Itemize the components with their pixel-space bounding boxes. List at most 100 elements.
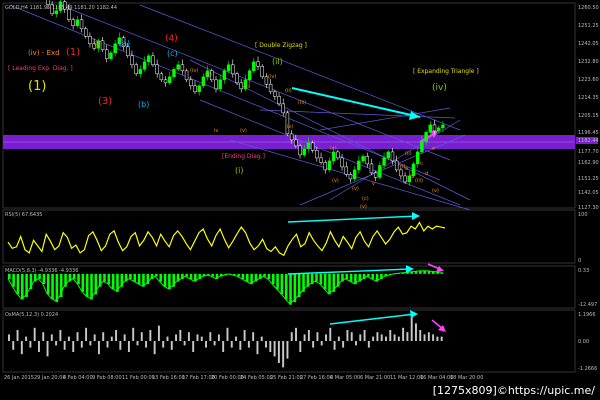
candle-body — [403, 175, 407, 183]
macd-bar — [81, 273, 85, 292]
candle-body — [298, 145, 302, 156]
price-tick: 1260.50 — [578, 5, 599, 11]
candle-body — [201, 76, 206, 87]
macd-bar — [42, 273, 46, 285]
osma-bar — [436, 336, 439, 341]
osma-bar — [162, 341, 165, 348]
candle-body — [281, 103, 285, 114]
osma-bar — [136, 341, 139, 346]
osma-bar — [350, 332, 353, 341]
candle-body — [79, 19, 84, 30]
osma-bar — [89, 341, 92, 346]
time-tick: 6 Mar 21:00 — [360, 375, 390, 381]
macd-bar — [103, 273, 106, 282]
osma-bar — [46, 341, 49, 357]
osma-bar — [20, 341, 23, 355]
osma-bar — [239, 341, 242, 350]
price-tick: 1242.05 — [578, 41, 599, 47]
candle-body — [441, 124, 445, 129]
candle-body — [289, 133, 294, 141]
small-wave-label: (v) — [360, 204, 367, 210]
candle-body — [189, 79, 193, 87]
macd-bar — [349, 273, 353, 282]
candle-body — [134, 64, 138, 75]
time-tick: 17 Feb 17:00 — [182, 375, 215, 381]
candle-body — [373, 172, 378, 178]
small-wave-label: (v) — [332, 178, 339, 184]
osma-bar — [50, 334, 53, 341]
macd-bar — [8, 273, 11, 279]
macd-bar — [280, 273, 284, 295]
small-wave-label: (iv) — [268, 74, 276, 80]
candle-body — [424, 132, 428, 142]
osma-bar — [427, 332, 430, 341]
label-expanding-triangle: [ Expanding Triangle ] — [413, 68, 479, 75]
candle-body — [168, 76, 172, 84]
candle-body — [420, 141, 424, 153]
price-tick: 1232.80 — [578, 59, 599, 65]
macd-bar — [12, 273, 15, 287]
osma-bar — [260, 336, 263, 341]
label-wave-c: (c) — [167, 49, 178, 58]
osma-bar — [115, 330, 118, 341]
macd-bar — [189, 273, 193, 279]
candle-body — [176, 64, 180, 70]
price-tick: 1177.70 — [578, 149, 599, 155]
time-tick: 29 Jan 20:00 — [34, 375, 66, 381]
osma-bar — [393, 334, 396, 341]
time-tick: 11 Feb 00:00 — [122, 375, 155, 381]
small-wave-label: (iii) — [298, 100, 306, 106]
label-wave-b: (b) — [138, 100, 149, 109]
small-wave-label: b — [410, 174, 413, 180]
osma-bar — [37, 341, 40, 352]
rsi-tick: 100 — [578, 212, 588, 218]
price-tick: 1214.35 — [578, 95, 599, 101]
osma-bar — [200, 336, 203, 341]
candle-body — [218, 79, 222, 90]
candle-body — [151, 55, 155, 66]
candle-body — [436, 127, 441, 132]
label-wave-iv: (iv) — [432, 83, 447, 93]
osma-bar — [25, 336, 28, 341]
osma-bar — [299, 341, 302, 352]
candle-body — [361, 156, 365, 162]
macd-bar — [111, 273, 115, 290]
osma-bar — [363, 330, 366, 341]
rsi-trend-arrow — [287, 215, 419, 223]
osma-bar — [385, 336, 387, 341]
candle-body — [252, 61, 256, 72]
osma-bar — [222, 341, 225, 352]
price-tick: 1151.25 — [578, 176, 599, 182]
candle-body — [331, 151, 336, 162]
macd-bar — [107, 273, 111, 285]
price-tick: 1223.60 — [578, 77, 599, 83]
osma-bar — [380, 334, 383, 341]
candle-body — [369, 163, 374, 174]
candle-body — [277, 96, 281, 105]
label-leading-exp-diag: [ Leading Exp. Diag. ] — [8, 65, 73, 72]
macd-bar — [371, 273, 375, 279]
osma-bar — [376, 332, 379, 341]
osma-bar — [8, 334, 10, 341]
osma-bar — [132, 327, 135, 341]
macd-bar — [276, 273, 279, 290]
osma-bar — [307, 330, 310, 341]
osma-bar — [303, 334, 306, 341]
osma-bar — [63, 341, 66, 350]
osma-tick: -1.2666 — [578, 366, 597, 372]
small-wave-label: e — [432, 146, 435, 152]
main-panel-border — [2, 2, 576, 209]
osma-bar — [175, 334, 178, 341]
candle-body — [256, 61, 260, 67]
macd-bar — [241, 273, 245, 279]
rsi-title: RSI(5) 67.6435 — [5, 212, 42, 218]
osma-bar — [123, 334, 126, 341]
macd-bar — [323, 273, 327, 290]
macd-bar — [129, 273, 132, 279]
candle-body — [386, 151, 390, 159]
osma-bar — [295, 327, 297, 341]
macd-bar — [345, 273, 349, 279]
small-wave-label: iv — [214, 128, 218, 134]
macd-tick: -12.497 — [578, 302, 597, 308]
osma-bar — [213, 341, 216, 346]
